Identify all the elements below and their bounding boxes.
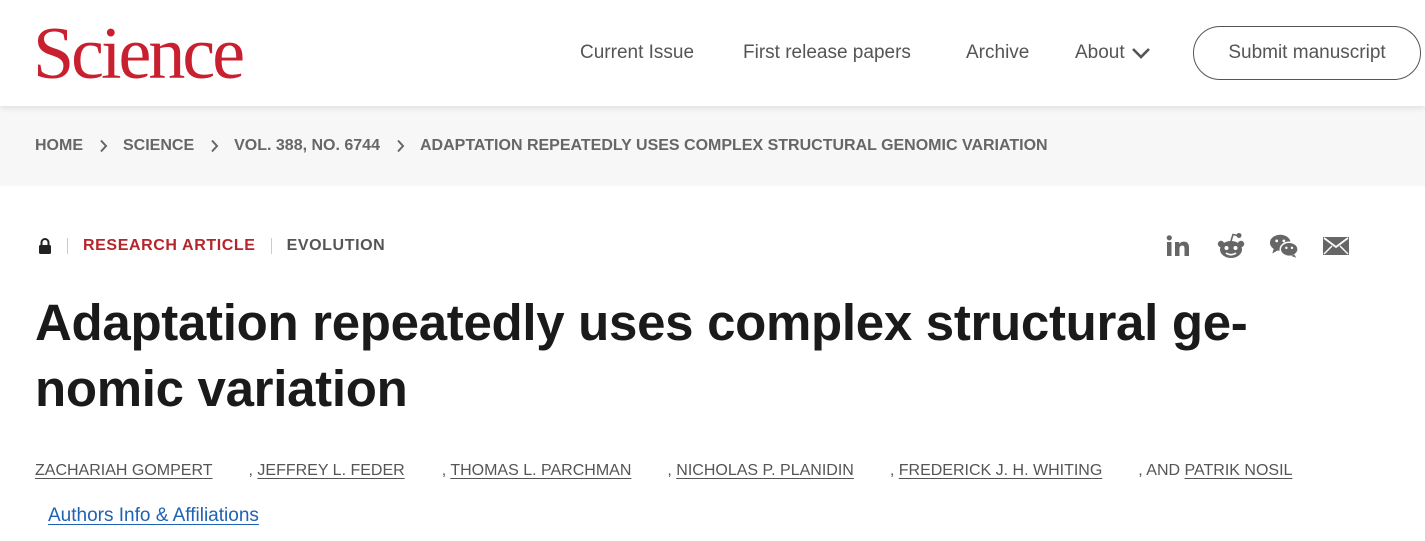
science-logo[interactable]: Science <box>33 14 245 94</box>
breadcrumb-home[interactable]: HOME <box>35 137 83 155</box>
author-separator: , <box>248 462 253 479</box>
nav-first-release-link[interactable]: First release papers <box>743 42 911 64</box>
author-and-separator: , AND <box>1138 462 1181 479</box>
chevron-right-icon <box>100 139 108 153</box>
share-wechat[interactable] <box>1269 232 1299 260</box>
authors-info-affiliations-link[interactable]: Authors Info & Affiliations <box>48 505 259 527</box>
author-link[interactable]: ZACHARIAH GOMPERT <box>35 462 213 479</box>
share-linkedin[interactable] <box>1163 232 1193 260</box>
article-meta: RESEARCH ARTICLE EVOLUTION <box>38 234 385 258</box>
linkedin-icon <box>1166 235 1189 256</box>
author-link[interactable]: THOMAS L. PARCHMAN <box>450 462 631 479</box>
author-link[interactable]: PATRIK NOSIL <box>1185 462 1293 479</box>
author-separator: , <box>667 462 672 479</box>
submit-manuscript-button[interactable]: Submit manuscript <box>1193 26 1421 80</box>
nav-archive-link[interactable]: Archive <box>966 42 1029 64</box>
wechat-icon <box>1269 234 1299 258</box>
meta-divider <box>67 238 68 254</box>
author-separator: , <box>441 462 447 479</box>
author-link[interactable]: FREDERICK J. H. WHITING <box>899 462 1103 479</box>
breadcrumb-science[interactable]: SCIENCE <box>123 137 194 155</box>
author-link[interactable]: JEFFREY L. FEDER <box>257 462 404 479</box>
author-link[interactable]: NICHOLAS P. PLANIDIN <box>676 462 854 479</box>
article-title: Adaptation repeatedly uses complex struc… <box>35 290 1255 422</box>
nav-about[interactable]: About <box>1075 38 1151 68</box>
breadcrumb-volume[interactable]: VOL. 388, NO. 6744 <box>234 137 380 155</box>
share-reddit[interactable] <box>1216 232 1246 260</box>
chevron-down-icon <box>1131 48 1150 59</box>
article-title-line-1: Adaptation repeatedly uses complex struc… <box>35 294 1248 351</box>
article-type-label[interactable]: RESEARCH ARTICLE <box>83 237 256 255</box>
meta-divider <box>270 238 272 254</box>
breadcrumb-current-article: ADAPTATION REPEATEDLY USES COMPLEX STRUC… <box>419 137 1048 154</box>
nav-first-release[interactable]: First release papers <box>743 38 911 68</box>
nav-about-link[interactable]: About <box>1075 42 1125 64</box>
nav-archive[interactable]: Archive <box>966 38 1029 68</box>
lock-icon <box>39 238 51 254</box>
author-list: ZACHARIAH GOMPERT, JEFFREY L. FEDER, THO… <box>35 462 1292 480</box>
site-header: Science Current Issue First release pape… <box>0 0 1425 106</box>
breadcrumb: HOME SCIENCE VOL. 388, NO. 6744 ADAPTATI… <box>35 136 1048 156</box>
nav-current-issue-link[interactable]: Current Issue <box>580 42 694 64</box>
chevron-right-icon <box>211 139 219 153</box>
nav-current-issue[interactable]: Current Issue <box>580 38 694 68</box>
email-icon <box>1323 237 1349 255</box>
share-email[interactable] <box>1321 232 1351 260</box>
author-separator: , <box>889 462 895 479</box>
reddit-icon <box>1217 233 1245 258</box>
article-category-label[interactable]: EVOLUTION <box>287 237 386 255</box>
chevron-right-icon <box>397 139 405 153</box>
article-title-line-2: nomic variation <box>35 360 408 417</box>
